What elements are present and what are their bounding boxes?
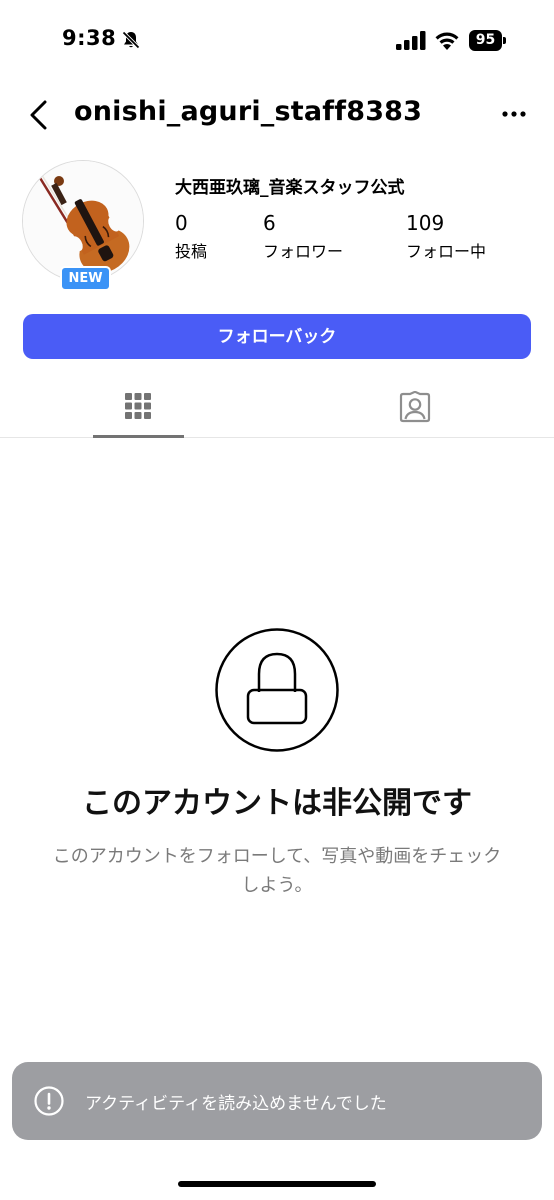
grid-icon — [125, 393, 151, 419]
home-indicator[interactable] — [178, 1181, 376, 1187]
follow-back-button[interactable]: フォローバック — [23, 314, 531, 359]
profile-avatar[interactable] — [22, 160, 144, 282]
profile-display-name: 大西亜玖璃_音楽スタッフ公式 — [175, 178, 405, 198]
wifi-icon — [435, 32, 459, 50]
chevron-left-icon[interactable] — [28, 99, 50, 131]
new-badge: NEW — [60, 266, 111, 291]
tagged-person-icon — [399, 391, 431, 423]
stat-followers[interactable]: 6 フォロワー — [263, 211, 343, 262]
bell-slash-icon — [122, 31, 140, 49]
private-account-description: このアカウントをフォローして、写真や動画をチェックしよう。 — [52, 846, 502, 896]
alert-circle-icon — [34, 1086, 64, 1116]
tab-tagged[interactable] — [370, 381, 460, 437]
profile-username: onishi_aguri_staff8383 — [74, 96, 423, 127]
toast-message: アクティビティを読み込めませんでした — [85, 1094, 387, 1114]
status-time: 9:38 — [62, 26, 117, 50]
tab-posts-grid[interactable] — [93, 381, 183, 437]
lock-icon — [215, 628, 339, 752]
battery-icon: 95 — [469, 30, 506, 51]
battery-level: 95 — [469, 30, 502, 51]
stat-followers-value: 6 — [263, 211, 276, 235]
stat-following[interactable]: 109 フォロー中 — [406, 211, 486, 262]
stat-posts-value: 0 — [175, 211, 188, 235]
stat-following-value: 109 — [406, 211, 445, 235]
tab-divider — [0, 437, 554, 438]
private-account-title: このアカウントは非公開です — [82, 786, 472, 821]
error-toast[interactable]: アクティビティを読み込めませんでした — [12, 1062, 542, 1140]
active-tab-indicator — [93, 435, 184, 438]
stat-following-label: フォロー中 — [406, 242, 487, 261]
stat-posts-label: 投稿 — [175, 242, 208, 261]
stat-posts[interactable]: 0 投稿 — [175, 211, 207, 262]
more-horizontal-icon[interactable] — [500, 106, 528, 122]
cellular-signal-icon — [396, 31, 426, 50]
violin-image — [23, 161, 143, 281]
stat-followers-label: フォロワー — [263, 242, 344, 261]
